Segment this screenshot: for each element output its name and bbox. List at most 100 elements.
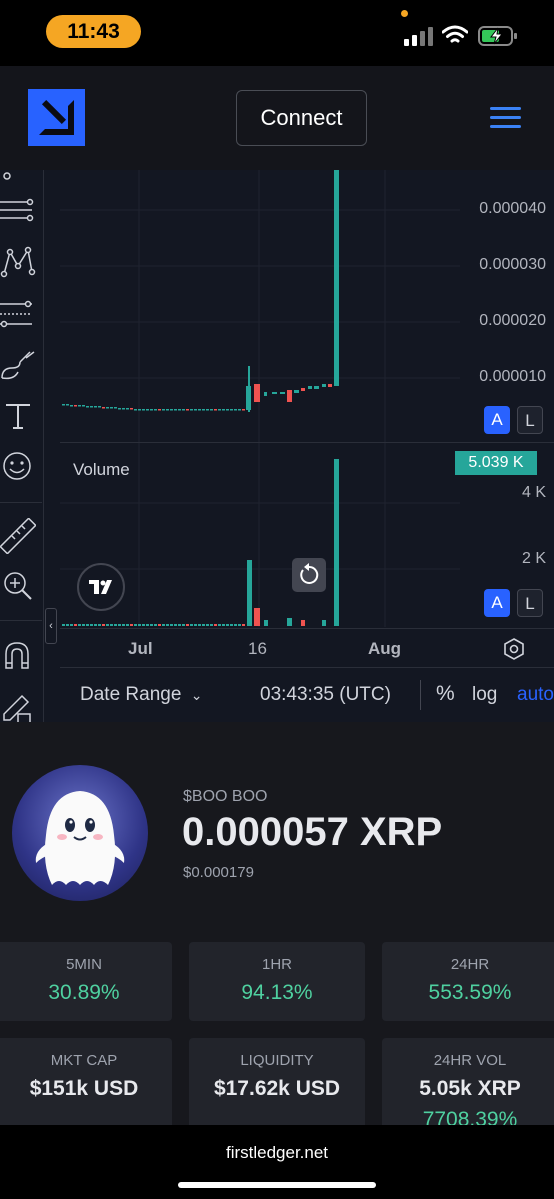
volume-bar — [194, 624, 197, 626]
volume-bar — [182, 624, 185, 626]
volume-bar — [110, 624, 113, 626]
volume-bar — [234, 624, 237, 626]
candle — [206, 409, 209, 411]
volume-bar — [198, 624, 201, 626]
magnet-tool-icon[interactable] — [0, 638, 36, 674]
pattern-tool-icon[interactable] — [0, 244, 36, 280]
volume-log-scale-button[interactable]: L — [517, 589, 543, 617]
candle — [272, 392, 277, 394]
candle — [146, 409, 149, 411]
volume-bar — [82, 624, 85, 626]
candle — [301, 388, 305, 391]
fib-retracement-tool-icon[interactable] — [0, 296, 36, 332]
home-indicator[interactable] — [178, 1182, 376, 1188]
volume-bar — [287, 618, 292, 626]
auto-scale-button[interactable]: A — [484, 406, 510, 434]
price-axis-label: 0.000040 — [479, 200, 546, 217]
volume-bar — [186, 624, 189, 626]
volume-bar — [178, 624, 181, 626]
candle — [66, 404, 69, 406]
url-text[interactable]: firstledger.net — [0, 1143, 554, 1163]
volume-auto-scale-button[interactable]: A — [484, 589, 510, 617]
candle — [110, 407, 113, 409]
metric-value: $151k USD — [29, 1077, 139, 1100]
emoji-tool-icon[interactable] — [0, 448, 36, 484]
ghost-icon — [35, 791, 125, 885]
candle — [94, 406, 97, 408]
price-axis-label: 0.000020 — [479, 312, 546, 329]
lock-drawings-tool-icon[interactable] — [0, 688, 36, 724]
candle — [74, 405, 77, 407]
stat-card-5min: 5MIN 30.89% — [0, 942, 172, 1021]
privacy-indicator — [401, 10, 408, 17]
app-logo[interactable] — [28, 89, 85, 146]
candle — [194, 409, 197, 411]
volume-bar — [62, 624, 65, 626]
volume-bar — [146, 624, 149, 626]
stat-label: 24HR — [450, 956, 490, 973]
candle — [82, 405, 85, 407]
reset-chart-icon[interactable] — [292, 558, 326, 592]
volume-bar — [242, 624, 245, 626]
volume-bar — [210, 624, 213, 626]
volume-bar — [264, 620, 268, 626]
candle — [264, 392, 267, 396]
candle — [230, 409, 233, 411]
candle — [158, 409, 161, 411]
hamburger-menu-icon[interactable] — [490, 107, 521, 129]
volume-pane[interactable]: Volume 5.039 K 4 K 2 K A L — [60, 443, 554, 627]
candle — [287, 390, 292, 402]
time-axis[interactable]: Jul 16 Aug — [60, 628, 554, 666]
text-tool-icon[interactable] — [0, 398, 36, 434]
price-pane[interactable]: 0.000040 0.000030 0.000020 0.000010 A L — [60, 170, 554, 442]
zoom-in-tool-icon[interactable] — [0, 568, 36, 604]
collapse-toolbar-button[interactable]: ‹ — [45, 608, 57, 644]
volume-axis-label: 2 K — [521, 550, 546, 567]
auto-scale-toggle[interactable]: auto — [517, 684, 554, 706]
log-scale-toggle[interactable]: log — [472, 684, 497, 706]
chart-settings-icon[interactable] — [503, 638, 525, 660]
candle — [222, 409, 225, 411]
candle — [90, 406, 93, 408]
trend-line-tool-icon[interactable] — [0, 192, 36, 228]
ruler-tool-icon[interactable] — [0, 517, 37, 555]
candle — [254, 384, 260, 402]
utc-clock[interactable]: 03:43:35 (UTC) — [260, 684, 391, 706]
volume-bar — [202, 624, 205, 626]
log-scale-button[interactable]: L — [517, 406, 543, 434]
tradingview-logo-icon[interactable] — [77, 563, 125, 611]
candle — [238, 409, 241, 411]
candle — [122, 408, 125, 410]
chevron-down-icon: ⌄ — [190, 687, 203, 703]
candle — [134, 409, 137, 411]
candle — [126, 408, 129, 410]
candle — [234, 409, 237, 411]
stat-card-1hr: 1HR 94.13% — [189, 942, 365, 1021]
volume-bar — [230, 624, 233, 626]
token-price: 0.000057 XRP — [182, 810, 443, 854]
price-chart[interactable]: ‹ 0.000040 0.000030 0.000020 0.000010 A … — [0, 170, 554, 724]
volume-bar — [254, 608, 260, 626]
date-range-dropdown[interactable]: Date Range ⌄ — [80, 684, 202, 706]
candle — [78, 405, 81, 407]
volume-bar — [70, 624, 73, 626]
token-avatar — [12, 765, 148, 901]
volume-bar — [66, 624, 69, 626]
stat-value: 94.13% — [241, 981, 313, 1004]
brush-tool-icon[interactable] — [0, 348, 36, 384]
candle — [98, 406, 101, 408]
candle — [154, 409, 157, 411]
connect-button[interactable]: Connect — [236, 90, 367, 146]
battery-charging-icon — [478, 26, 517, 46]
date-range-label: Date Range — [80, 684, 182, 705]
browser-url-bar[interactable]: firstledger.net — [0, 1125, 554, 1199]
volume-axis-label: 4 K — [521, 484, 546, 501]
volume-legend: Volume — [73, 460, 130, 479]
metric-label: 24HR VOL — [433, 1052, 507, 1069]
crosshair-tool-icon[interactable] — [0, 156, 36, 192]
volume-bar — [174, 624, 177, 626]
percent-scale-toggle[interactable]: % — [436, 682, 455, 706]
app-header: Connect — [0, 66, 554, 170]
token-symbol: $BOO BOO — [183, 788, 268, 805]
volume-bar — [134, 624, 137, 626]
